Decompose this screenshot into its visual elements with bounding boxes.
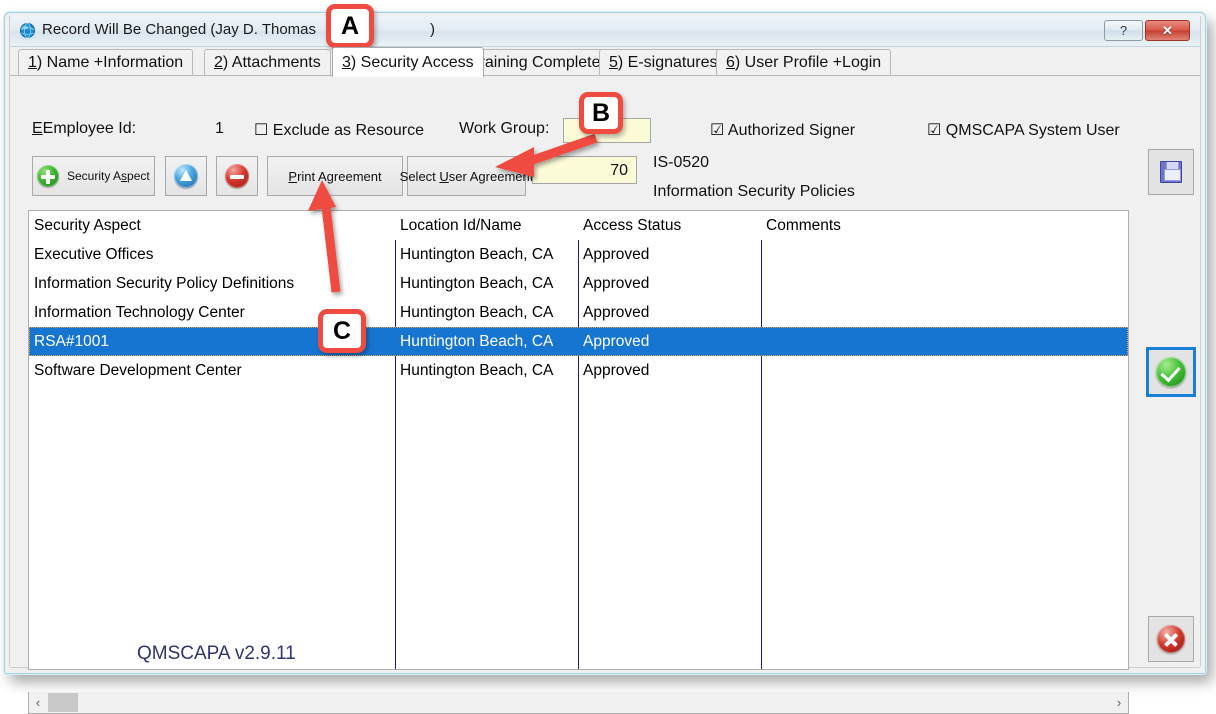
cell-comments <box>761 240 1129 269</box>
cell-access-status: Approved <box>578 356 761 385</box>
column-header-location[interactable]: Location Id/Name <box>395 211 578 240</box>
work-group-label: Work Group: <box>459 120 549 138</box>
cell-access-status: Approved <box>578 269 761 298</box>
window-title: Record Will Be Changed (Jay D. Thomas <box>42 21 316 38</box>
title-bar: Record Will Be Changed (Jay D. Thomas ) … <box>10 16 1200 47</box>
green-plus-icon <box>37 165 59 187</box>
tab-mnemonic: 6 <box>726 54 735 72</box>
tab-label: ) Security Access <box>351 54 474 72</box>
grid-horizontal-scrollbar[interactable]: ‹ › <box>28 692 1129 714</box>
cell-location: Huntington Beach, CA <box>395 327 578 356</box>
window-title-close-paren: ) <box>430 21 435 38</box>
cell-location: Huntington Beach, CA <box>395 269 578 298</box>
security-aspect-label-head: Security A <box>67 169 121 183</box>
red-minus-icon <box>225 164 249 188</box>
table-row[interactable]: Software Development Center Huntington B… <box>29 356 1128 385</box>
tab-user-profile-login[interactable]: 6) User Profile +Login <box>716 49 891 76</box>
table-row-selected[interactable]: RSA#1001 Huntington Beach, CA Approved <box>29 327 1128 356</box>
annotation-callout-c: C <box>318 309 366 353</box>
cell-security-aspect: Information Security Policy Definitions <box>29 269 395 298</box>
scroll-right-arrow-icon[interactable]: › <box>1110 692 1128 712</box>
version-watermark: QMSCAPA v2.9.11 <box>137 643 296 665</box>
agreement-number-input[interactable]: 70 <box>532 156 637 184</box>
tab-mnemonic: 1 <box>28 54 37 72</box>
tab-strip: 1) Name +Information 2) Attachments 3) S… <box>10 47 1200 76</box>
confirm-button[interactable] <box>1146 347 1196 397</box>
grid-header-row: Security Aspect Location Id/Name Access … <box>29 211 1128 240</box>
scrollbar-thumb[interactable] <box>48 693 78 712</box>
cell-location: Huntington Beach, CA <box>395 298 578 327</box>
cell-comments <box>761 298 1129 327</box>
delete-security-aspect-button[interactable] <box>216 156 258 196</box>
print-agreement-mnemonic: P <box>288 169 297 184</box>
security-aspect-label-tail: pect <box>127 169 150 183</box>
cell-location: Huntington Beach, CA <box>395 356 578 385</box>
tab-label: ) Attachments <box>223 54 321 72</box>
green-check-icon <box>1156 357 1186 387</box>
security-access-panel: EEmployee Id: 1 ☐ Exclude as Resource Wo… <box>10 75 1200 667</box>
employee-id-label-text: Employee Id: <box>43 120 136 137</box>
cell-security-aspect: Executive Offices <box>29 240 395 269</box>
save-button[interactable] <box>1148 149 1194 195</box>
select-user-agreement-label: Select User Agreement <box>400 169 534 184</box>
annotation-callout-a: A <box>326 4 374 48</box>
cell-access-status: Approved <box>578 240 761 269</box>
employee-id-value: 1 <box>215 120 224 138</box>
globe-icon <box>18 22 37 41</box>
blue-triangle-icon <box>174 164 198 188</box>
security-aspect-label: Security Aspect <box>67 169 150 183</box>
tab-label: ) E-signatures <box>618 54 718 72</box>
cell-access-status: Approved <box>578 327 761 356</box>
authorized-signer-checkbox[interactable]: ☑ Authorized Signer <box>710 120 855 140</box>
table-row[interactable]: Executive Offices Huntington Beach, CA A… <box>29 240 1128 269</box>
select-agreement-tail: ser Agreement <box>449 169 534 184</box>
cell-security-aspect: Software Development Center <box>29 356 395 385</box>
cancel-button[interactable] <box>1148 616 1194 662</box>
select-agreement-mnemonic: U <box>439 169 448 184</box>
cell-location: Huntington Beach, CA <box>395 240 578 269</box>
tab-attachments[interactable]: 2) Attachments <box>204 49 331 76</box>
cell-comments <box>761 356 1129 385</box>
tab-name-information[interactable]: 1) Name +Information <box>18 49 193 76</box>
print-agreement-label-tail: rint Agreement <box>297 169 382 184</box>
column-header-access-status[interactable]: Access Status <box>578 211 761 240</box>
print-agreement-label: Print Agreement <box>288 169 381 184</box>
table-row[interactable]: Information Security Policy Definitions … <box>29 269 1128 298</box>
tab-label: ) Name +Information <box>37 54 183 72</box>
qmscapa-system-user-checkbox[interactable]: ☑ QMSCAPA System User <box>927 120 1120 140</box>
print-agreement-button[interactable]: Print Agreement <box>267 156 403 196</box>
agreement-code-text: IS-0520 <box>653 154 709 172</box>
add-security-aspect-button[interactable]: Security Aspect <box>32 156 155 196</box>
employee-id-label: EEmployee Id: <box>32 120 136 138</box>
column-header-comments[interactable]: Comments <box>761 211 1129 240</box>
column-header-security-aspect[interactable]: Security Aspect <box>29 211 395 240</box>
cell-comments <box>761 269 1129 298</box>
table-row[interactable]: Information Technology Center Huntington… <box>29 298 1128 327</box>
tab-label: ) User Profile +Login <box>735 54 881 72</box>
select-agreement-head: Select <box>400 169 440 184</box>
red-x-icon <box>1157 625 1185 653</box>
tab-mnemonic: 2 <box>214 54 223 72</box>
agreement-name-text: Information Security Policies <box>653 183 855 201</box>
tab-mnemonic: 3 <box>342 54 351 72</box>
close-window-button[interactable]: ✕ <box>1145 20 1190 41</box>
cell-comments <box>761 327 1129 356</box>
select-user-agreement-button[interactable]: Select User Agreement <box>407 156 526 196</box>
cell-access-status: Approved <box>578 298 761 327</box>
tab-security-access[interactable]: 3) Security Access <box>332 47 484 77</box>
exclude-as-resource-checkbox[interactable]: ☐ Exclude as Resource <box>254 120 424 140</box>
annotation-callout-b: B <box>579 92 623 134</box>
scroll-left-arrow-icon[interactable]: ‹ <box>29 692 47 712</box>
help-button[interactable]: ? <box>1104 20 1143 41</box>
tab-mnemonic: 5 <box>609 54 618 72</box>
security-access-grid[interactable]: Security Aspect Location Id/Name Access … <box>28 210 1129 670</box>
save-floppy-icon <box>1160 161 1182 183</box>
tab-e-signatures[interactable]: 5) E-signatures <box>599 49 728 76</box>
edit-security-aspect-button[interactable] <box>165 156 207 196</box>
